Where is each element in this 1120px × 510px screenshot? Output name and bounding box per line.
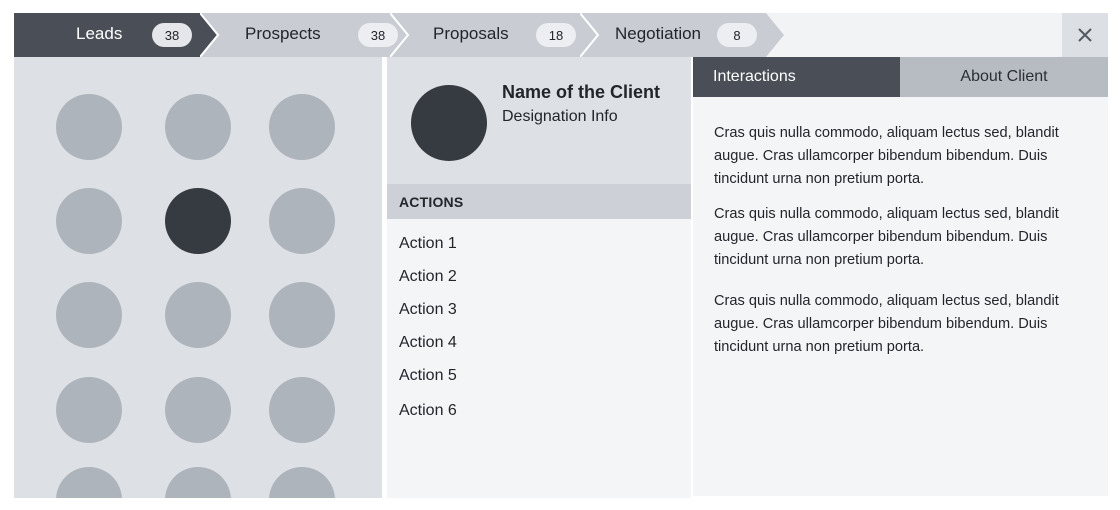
- lead-grid-panel: [14, 57, 382, 498]
- action-item[interactable]: Action 5: [399, 367, 457, 385]
- actions-header: ACTIONS: [387, 184, 691, 219]
- action-item[interactable]: Action 1: [399, 235, 457, 253]
- stage-count-badge: 38: [152, 23, 192, 47]
- stage-count-badge: 8: [717, 23, 757, 47]
- client-designation: Designation Info: [502, 108, 618, 125]
- tab-about-client[interactable]: About Client: [900, 57, 1108, 97]
- client-name: Name of the Client: [502, 82, 661, 102]
- stage-tab-label: Leads: [76, 24, 123, 43]
- stage-tab-leads[interactable]: Leads 38: [14, 13, 218, 57]
- lead-avatar[interactable]: [165, 467, 231, 498]
- action-item[interactable]: Action 4: [399, 334, 457, 352]
- close-button[interactable]: [1062, 13, 1108, 57]
- stage-tab-label: Proposals: [433, 24, 509, 43]
- interaction-note: Cras quis nulla commodo, aliquam lectus …: [714, 206, 1059, 268]
- action-item[interactable]: Action 2: [399, 268, 457, 286]
- lead-avatar[interactable]: [269, 282, 335, 348]
- stage-tab-proposals[interactable]: Proposals 18: [390, 13, 600, 57]
- stage-tab-label: Prospects: [245, 24, 321, 43]
- lead-avatar[interactable]: [56, 282, 122, 348]
- pipeline-bar: Leads 38 Prospects 38 Proposals 18 Negot…: [14, 13, 1108, 57]
- lead-avatar-selected[interactable]: [165, 188, 231, 254]
- lead-avatar[interactable]: [56, 188, 122, 254]
- lead-avatar[interactable]: [56, 467, 122, 498]
- lead-avatar[interactable]: [269, 188, 335, 254]
- lead-avatar[interactable]: [269, 94, 335, 160]
- stage-count-badge: 18: [536, 23, 576, 47]
- lead-avatar[interactable]: [165, 377, 231, 443]
- lead-avatar[interactable]: [56, 94, 122, 160]
- client-header: Name of the Client Designation Info: [387, 57, 691, 184]
- lead-avatar[interactable]: [269, 377, 335, 443]
- lead-avatar[interactable]: [56, 377, 122, 443]
- action-item[interactable]: Action 6: [399, 402, 457, 420]
- interaction-note: Cras quis nulla commodo, aliquam lectus …: [714, 293, 1059, 355]
- lead-avatar[interactable]: [165, 94, 231, 160]
- action-item[interactable]: Action 3: [399, 301, 457, 319]
- stage-tab-negotiation[interactable]: Negotiation 8: [580, 13, 790, 57]
- avatar: [411, 85, 487, 161]
- client-panel: Name of the Client Designation Info ACTI…: [387, 57, 691, 498]
- lead-avatar[interactable]: [165, 282, 231, 348]
- lead-avatar[interactable]: [269, 467, 335, 498]
- interaction-note: Cras quis nulla commodo, aliquam lectus …: [714, 125, 1059, 187]
- tab-interactions[interactable]: Interactions: [693, 57, 900, 97]
- stage-tab-label: Negotiation: [615, 24, 702, 43]
- close-icon: [1078, 28, 1092, 42]
- stage-tab-prospects[interactable]: Prospects 38: [200, 13, 410, 57]
- detail-panel: Interactions About Client Cras quis null…: [693, 57, 1108, 496]
